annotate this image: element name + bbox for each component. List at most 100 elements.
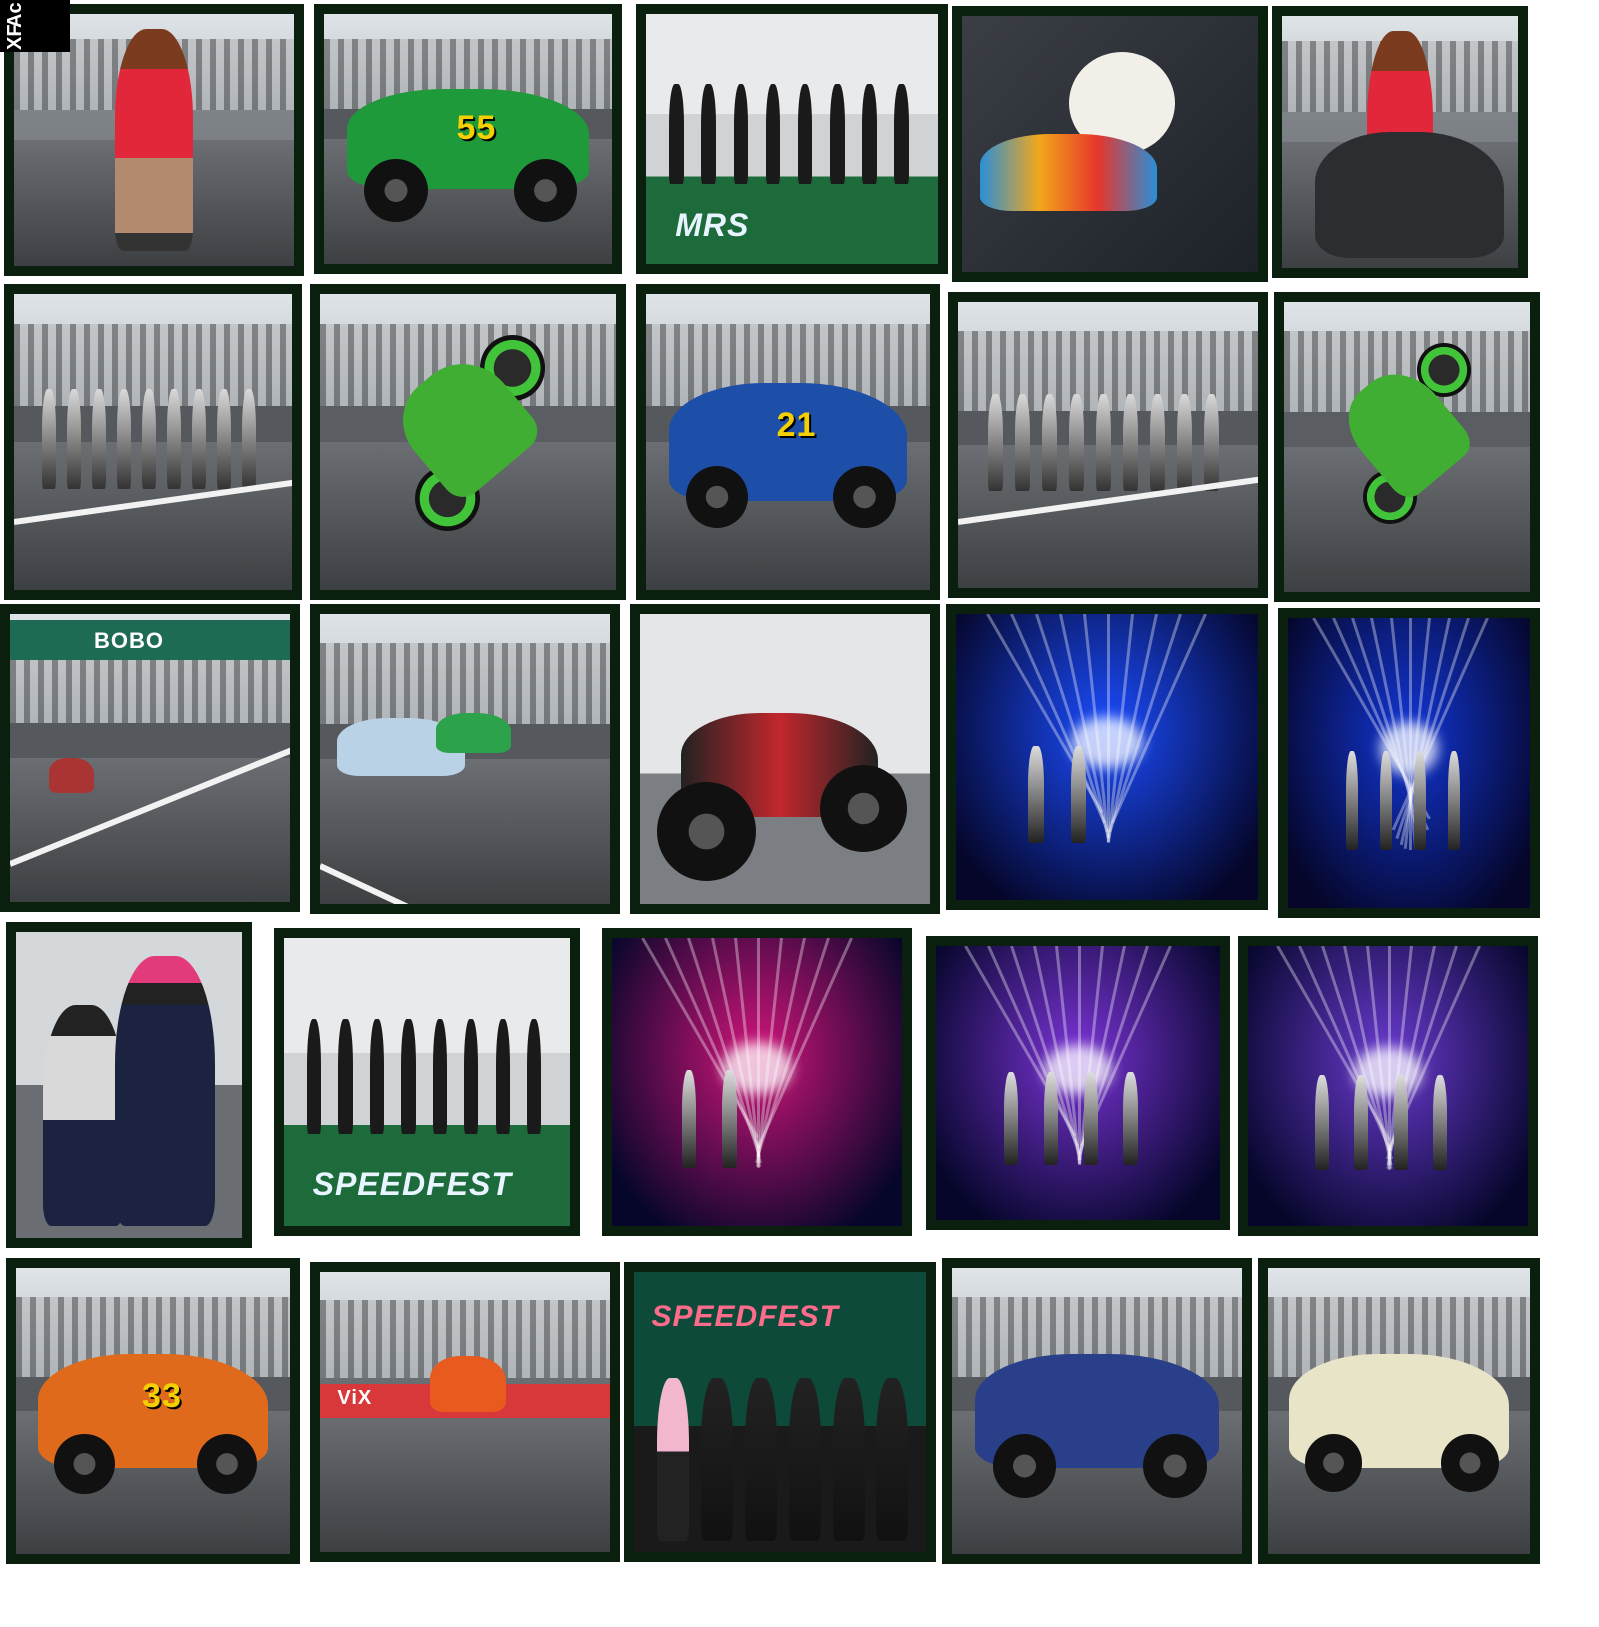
performer <box>722 1070 737 1169</box>
photo-content <box>952 1268 1242 1554</box>
photo-content: BOBO <box>10 614 290 902</box>
grid-girl <box>1123 393 1138 491</box>
performer <box>464 1018 479 1134</box>
person <box>701 1378 734 1541</box>
photo-content <box>1288 618 1530 908</box>
performer <box>701 84 717 184</box>
performer <box>669 84 684 184</box>
performer <box>1432 1074 1447 1170</box>
photo-content <box>640 614 930 904</box>
corner-label-line2: XF <box>4 24 26 50</box>
performer <box>1354 1074 1369 1170</box>
grid-girls-walking-photo-1 <box>4 284 302 600</box>
wheel <box>1304 1433 1363 1492</box>
photo-content <box>936 946 1220 1220</box>
car-number: 21 <box>776 406 817 445</box>
blue-stage-performers-photo <box>1278 608 1540 918</box>
performer <box>1083 1072 1098 1166</box>
grid-girl <box>1150 393 1165 491</box>
car-number: 33 <box>142 1376 182 1415</box>
grid-girl <box>1069 393 1084 491</box>
grid-girls-walking-photo-2 <box>948 292 1268 598</box>
performer <box>1379 751 1393 850</box>
photo-content <box>16 932 242 1238</box>
photo-content <box>612 938 902 1226</box>
orange-race-car-33-photo: 33 <box>6 1258 300 1564</box>
photo-content: 33 <box>16 1268 290 1554</box>
driver <box>115 956 215 1226</box>
race-cars-on-track-photo <box>310 604 620 914</box>
asphalt <box>320 1412 610 1552</box>
performer <box>1393 1074 1408 1170</box>
green-motorcycle-wheelie-photo-1 <box>310 284 626 600</box>
photo-content: SPEEDFEST <box>284 938 570 1226</box>
car-number: 55 <box>456 109 497 147</box>
performer <box>1070 745 1086 843</box>
banner-text: ViX <box>337 1386 373 1409</box>
photo-content <box>1268 1268 1530 1554</box>
grid-girl <box>216 388 231 490</box>
banner-text: MRS <box>675 207 750 243</box>
person <box>832 1378 865 1541</box>
performer <box>1447 751 1460 850</box>
wheel <box>685 465 749 529</box>
light-beam <box>1110 614 1207 824</box>
grid-girl <box>166 388 181 490</box>
grid-girl <box>66 388 81 490</box>
white-race-car-pit-photo <box>1258 1258 1540 1564</box>
grandstand <box>320 643 610 725</box>
wheel <box>1440 1433 1499 1492</box>
performer <box>733 84 749 184</box>
performer <box>829 84 845 184</box>
grid-girl <box>241 388 256 490</box>
girl-on-motorcycle-photo <box>1272 6 1528 278</box>
performer <box>1043 1072 1059 1166</box>
dirt-bike <box>430 1356 506 1412</box>
pink-stage-singer-photo <box>602 928 912 1236</box>
performer <box>432 1018 448 1134</box>
red-motorcycle-parked-photo <box>630 604 940 914</box>
corner-label: Ac XF <box>0 0 70 52</box>
wheel <box>54 1433 115 1495</box>
green-race-car-55-photo: 55 <box>314 4 622 274</box>
bobo-bridge-motorcycles-photo: BOBO <box>0 604 300 912</box>
grid-girl <box>41 388 56 490</box>
mariachi-stage-photo: SPEEDFEST <box>274 928 580 1236</box>
speedfest-group-photo: SPEEDFEST <box>624 1262 936 1562</box>
banner-text: SPEEDFEST <box>312 1165 512 1202</box>
grid-girl <box>1177 393 1192 491</box>
photo-content: 55 <box>324 14 612 264</box>
performer <box>495 1018 510 1134</box>
photo-content <box>14 294 292 590</box>
performer <box>894 84 909 184</box>
performer <box>1004 1072 1019 1166</box>
photo-content: ViX <box>320 1272 610 1552</box>
person <box>788 1378 821 1541</box>
photo-content <box>962 16 1258 272</box>
grid-girl <box>1042 393 1057 491</box>
photo-content: MRS <box>646 14 938 264</box>
performer <box>306 1018 322 1134</box>
grid-girl <box>1204 393 1219 491</box>
performer <box>765 84 781 184</box>
banner-text: SPEEDFEST <box>651 1300 839 1333</box>
woman <box>43 1005 125 1226</box>
grid-girl <box>1015 393 1030 491</box>
blue-concert-lights-photo <box>946 604 1268 910</box>
person <box>114 29 194 251</box>
banner-text: BOBO <box>94 628 164 654</box>
person <box>744 1378 778 1541</box>
photo-content <box>320 294 616 590</box>
stuffed-toy-motorcycle-photo <box>952 6 1268 282</box>
grid-girl <box>141 388 156 490</box>
performer <box>338 1018 353 1134</box>
photo-content <box>958 302 1258 588</box>
green-motorcycle-wheelie-photo-2 <box>1274 292 1540 602</box>
wheel <box>833 465 896 529</box>
grid-girl <box>191 388 206 490</box>
race-car <box>436 712 512 754</box>
colorful-fabric <box>979 133 1158 211</box>
performer <box>1315 1074 1330 1170</box>
wheel <box>1143 1433 1208 1498</box>
photo-content <box>1248 946 1528 1226</box>
